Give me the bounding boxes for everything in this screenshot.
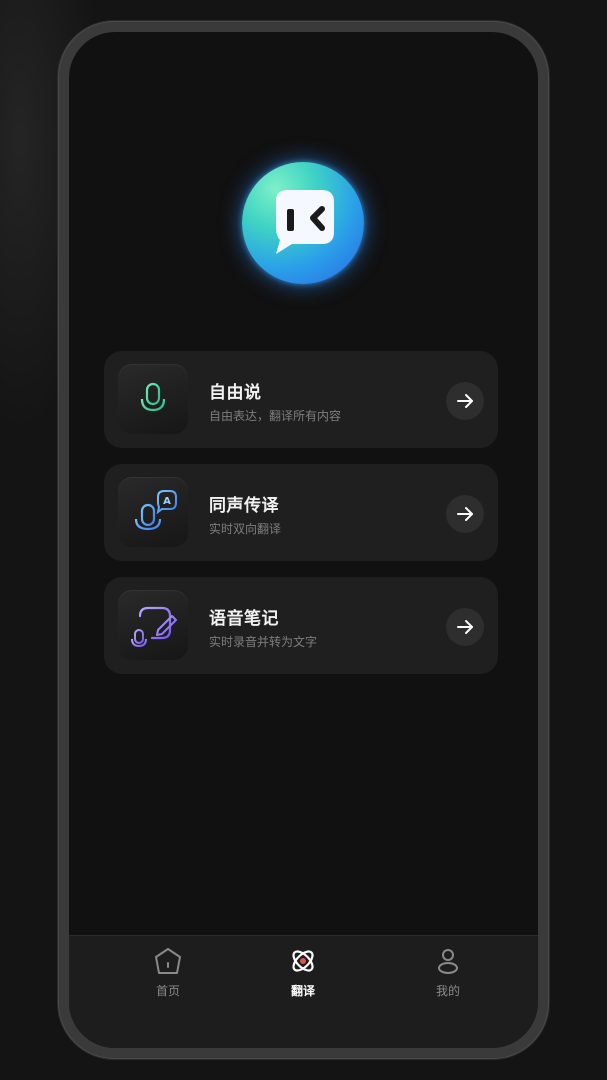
tab-translate[interactable]: 翻译 [258,936,348,1006]
arrow-right-button[interactable] [446,382,484,420]
feature-tile [118,364,188,434]
feature-subtitle: 实时双向翻译 [209,522,282,536]
phone-frame: 自由说 自由表达，翻译所有内容 A 同声传译 实时双向翻译 语音笔记 实时录音并… [58,21,549,1059]
microphone-waveform-icon [131,382,175,416]
chat-bubble-icon [276,190,334,254]
feature-tile: A [118,477,188,547]
home-icon [155,948,181,974]
arrow-right-button[interactable] [446,495,484,533]
tab-label: 翻译 [290,984,315,998]
phone-screen: 自由说 自由表达，翻译所有内容 A 同声传译 实时双向翻译 语音笔记 实时录音并… [69,32,538,1048]
voice-note-icon [131,606,177,648]
feature-title: 自由说 [209,383,262,403]
arrow-right-icon [457,620,473,634]
tab-label: 首页 [155,984,180,998]
profile-icon [438,949,458,974]
tab-home[interactable]: 首页 [123,936,213,1006]
feature-title: 同声传译 [209,496,279,516]
arrow-right-icon [457,507,473,521]
speech-translate-icon: A [134,490,177,534]
feature-title: 语音笔记 [209,609,279,629]
feature-subtitle: 自由表达，翻译所有内容 [209,409,342,423]
arrow-right-button[interactable] [446,608,484,646]
arrow-right-icon [457,394,473,408]
translate-icon [292,950,314,972]
feature-card-simultaneous[interactable]: A 同声传译 实时双向翻译 [104,464,498,561]
feature-tile [118,590,188,660]
feature-card-voice-notes[interactable]: 语音笔记 实时录音并转为文字 [104,577,498,674]
app-logo [242,162,364,284]
bottom-tab-bar: 首页 翻译 我的 [69,935,538,1048]
svg-text:A: A [163,496,171,507]
tab-profile[interactable]: 我的 [403,936,493,1006]
feature-card-free-talk[interactable]: 自由说 自由表达，翻译所有内容 [104,351,498,448]
feature-subtitle: 实时录音并转为文字 [209,635,318,649]
tab-label: 我的 [435,984,460,998]
